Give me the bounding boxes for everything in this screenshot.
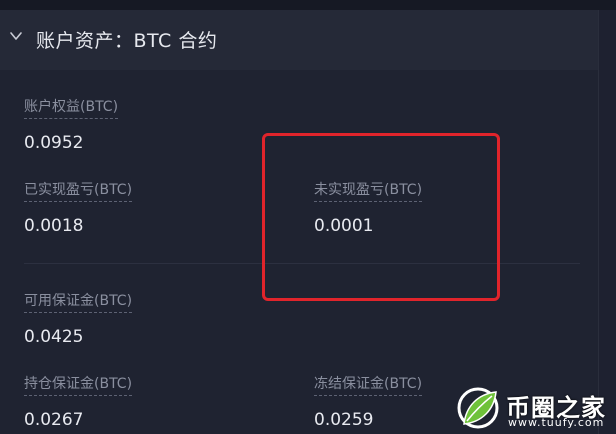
chevron-down-icon[interactable]: [9, 29, 23, 43]
highlight-annotation: [262, 133, 500, 301]
available-margin-label[interactable]: 可用保证金(BTC): [24, 292, 133, 313]
watermark: 币圈之家 www.tuufy.com: [452, 380, 612, 434]
account-equity-value: 0.0952: [24, 133, 84, 153]
realized-pnl-label[interactable]: 已实现盈亏(BTC): [24, 181, 133, 202]
leaf-logo-icon: [457, 387, 499, 429]
watermark-site: www.tuufy.com: [508, 416, 605, 429]
frozen-margin-label[interactable]: 冻结保证金(BTC): [314, 375, 423, 396]
available-margin-value: 0.0425: [24, 327, 84, 347]
top-strip: [0, 0, 616, 10]
position-margin-label[interactable]: 持仓保证金(BTC): [24, 375, 133, 396]
frozen-margin-value: 0.0259: [314, 410, 374, 430]
position-margin-value: 0.0267: [24, 410, 84, 430]
assets-title: 账户资产：BTC 合约: [36, 30, 218, 52]
realized-pnl-value: 0.0018: [24, 216, 84, 236]
account-equity-label[interactable]: 账户权益(BTC): [24, 98, 119, 119]
